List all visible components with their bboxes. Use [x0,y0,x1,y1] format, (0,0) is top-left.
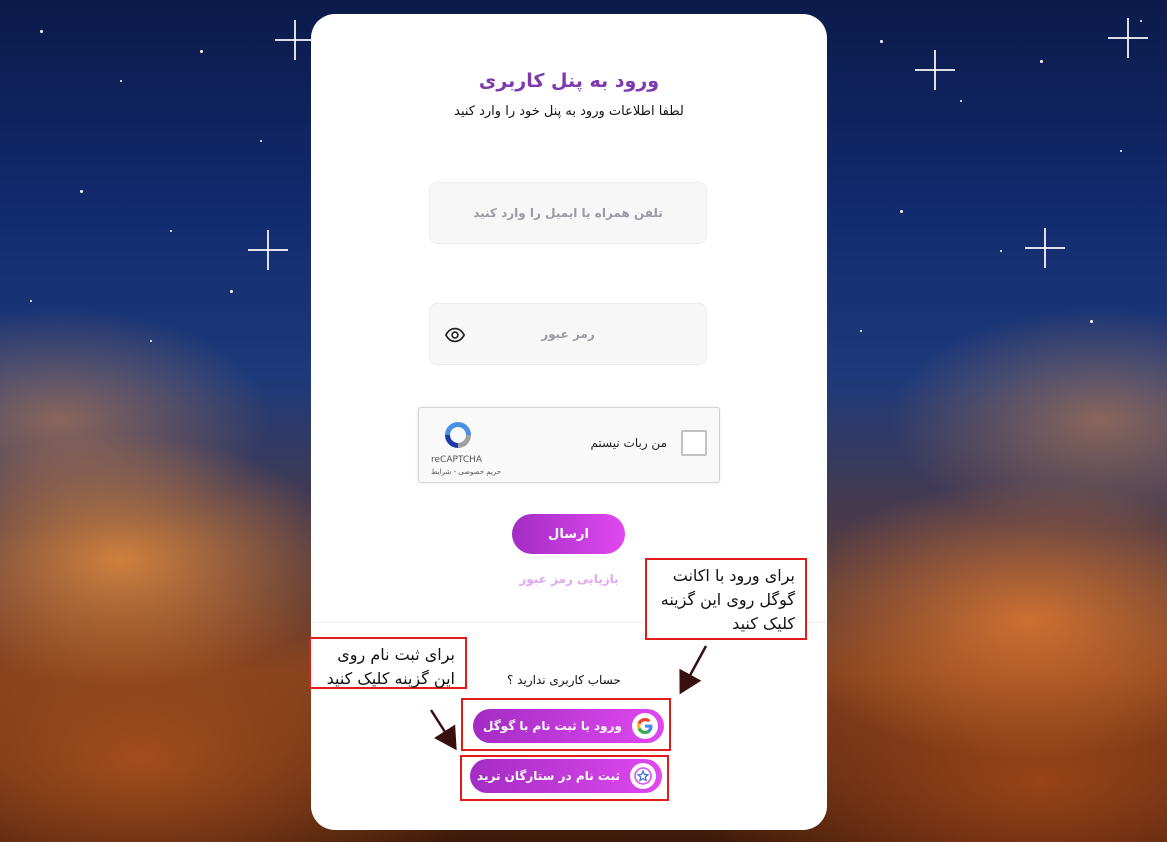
phone-email-placeholder: تلفن همراه یا ایمیل را وارد کنید [473,206,663,220]
captcha-checkbox[interactable] [681,430,707,456]
password-input[interactable]: رمز عبور [429,303,707,365]
submit-label: ارسال [548,526,589,542]
captcha-terms[interactable]: حریم خصوصی - شرایط [431,468,501,476]
google-annotation-note: برای ورود با اکانت گوگل روی این گزینه کل… [645,558,807,640]
submit-button[interactable]: ارسال [512,514,625,554]
recaptcha-widget: من ربات نیستم reCAPTCHA حریم خصوصی - شرا… [418,407,720,483]
captcha-label: من ربات نیستم [590,436,667,450]
google-highlight-box [461,698,671,751]
password-placeholder: رمز عبور [541,327,595,341]
phone-email-input[interactable]: تلفن همراه یا ایمیل را وارد کنید [429,182,707,244]
page-title: ورود به پنل کاربری [478,70,660,92]
register-annotation-note: برای ثبت نام روی این گزینه کلیک کنید [309,637,467,689]
no-account-text: حساب کاربری ندارید ؟ [507,673,621,687]
captcha-brand: reCAPTCHA [431,455,483,465]
page-subtitle: لطفا اطلاعات ورود به پنل خود را وارد کنی… [454,104,684,119]
eye-icon[interactable] [444,324,466,346]
register-highlight-box [460,755,669,801]
recaptcha-icon [445,422,471,448]
